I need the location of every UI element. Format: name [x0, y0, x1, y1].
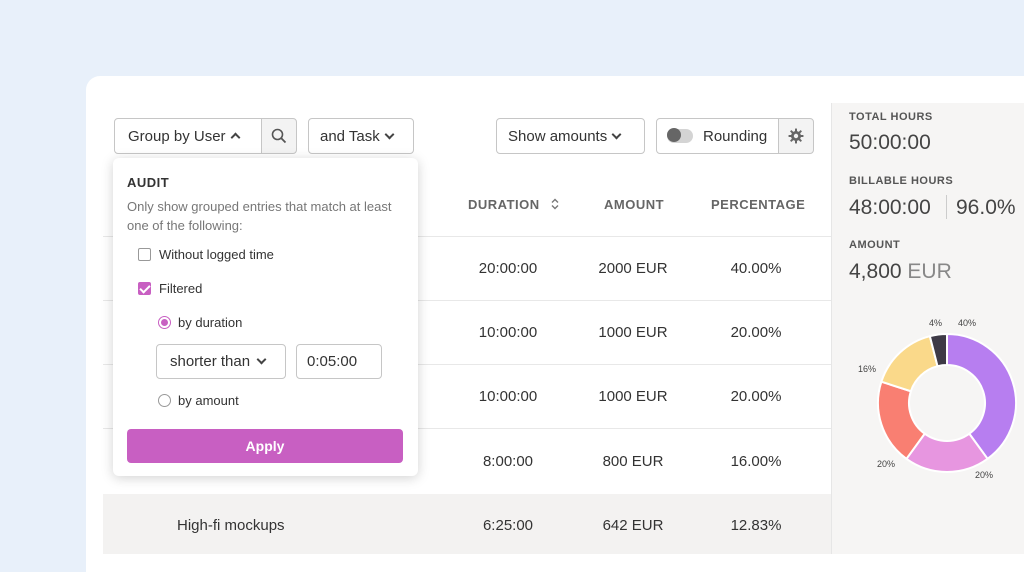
percentage-header: PERCENTAGE [711, 197, 806, 212]
by-duration-radio[interactable] [158, 316, 171, 329]
row-amount: 1000 EUR [598, 324, 668, 341]
task-label: and Task [320, 127, 380, 145]
donut-chart [877, 332, 1017, 473]
amount-header: AMOUNT [604, 197, 665, 212]
donut-label: 20% [877, 459, 896, 469]
billable-hours-value: 48:00:00 [849, 196, 931, 219]
amount-value: 4,800 EUR [849, 260, 952, 283]
comparison-select[interactable]: shorter than [156, 344, 286, 379]
row-percentage: 20.00% [730, 388, 782, 405]
row-percentage: 12.83% [730, 517, 782, 534]
total-hours-value: 50:00:00 [849, 131, 931, 154]
amount-label: AMOUNT [849, 239, 901, 251]
gear-icon [788, 128, 804, 144]
chevron-up-icon [230, 132, 240, 143]
apply-button[interactable]: Apply [127, 429, 403, 463]
row-duration: 6:25:00 [482, 517, 534, 534]
search-icon [271, 128, 287, 144]
sort-icon [551, 198, 559, 210]
row-amount: 642 EUR [602, 517, 664, 534]
row-amount: 2000 EUR [598, 260, 668, 277]
row-amount: 800 EUR [602, 453, 664, 470]
row-duration: 10:00:00 [478, 388, 538, 405]
donut-slice [880, 334, 939, 393]
chevron-down-icon [384, 129, 395, 139]
show-amounts-button[interactable]: Show amounts [496, 118, 645, 154]
audit-title: AUDIT [127, 175, 170, 190]
donut-label: 20% [975, 470, 994, 480]
donut-label: 40% [958, 318, 977, 328]
divider [946, 195, 947, 219]
chevron-down-icon [256, 354, 267, 365]
donut-label: 4% [929, 318, 943, 328]
row-duration: 20:00:00 [478, 260, 538, 277]
row-task-name: High-fi mockups [177, 517, 285, 534]
row-amount: 1000 EUR [598, 388, 668, 405]
without-logged-time-label: Without logged time [159, 247, 274, 262]
by-amount-radio[interactable] [158, 394, 171, 407]
group-by-button[interactable]: Group by User [114, 118, 264, 154]
billable-percentage: 96.0% [956, 196, 1016, 219]
chevron-down-icon [611, 129, 622, 139]
task-button[interactable]: and Task [308, 118, 414, 154]
row-percentage: 20.00% [730, 324, 782, 341]
row-duration: 10:00:00 [478, 324, 538, 341]
duration-header[interactable]: DURATION [468, 197, 560, 212]
total-hours-label: TOTAL HOURS [849, 111, 933, 123]
audit-description: Only show grouped entries that match at … [127, 199, 392, 233]
donut-label: 16% [858, 364, 877, 374]
without-logged-time-checkbox[interactable] [138, 248, 151, 261]
by-duration-label: by duration [178, 315, 243, 330]
row-percentage: 16.00% [730, 453, 782, 470]
search-button[interactable] [261, 118, 297, 154]
by-amount-label: by amount [178, 393, 239, 408]
row-percentage: 40.00% [730, 260, 782, 277]
toggle-switch[interactable] [667, 128, 693, 143]
row-duration: 8:00:00 [482, 453, 534, 470]
audit-dropdown: AUDIT Only show grouped entries that mat… [113, 158, 418, 476]
rounding-toggle[interactable]: Rounding [656, 118, 780, 154]
show-amounts-label: Show amounts [508, 127, 608, 145]
billable-hours-label: BILLABLE HOURS [849, 175, 954, 187]
duration-input[interactable] [296, 344, 382, 379]
rounding-label: Rounding [703, 127, 768, 145]
filtered-checkbox[interactable] [138, 282, 151, 295]
filtered-label: Filtered [159, 281, 203, 296]
rounding-settings-button[interactable] [778, 118, 814, 154]
group-by-label: Group by User [128, 127, 226, 145]
